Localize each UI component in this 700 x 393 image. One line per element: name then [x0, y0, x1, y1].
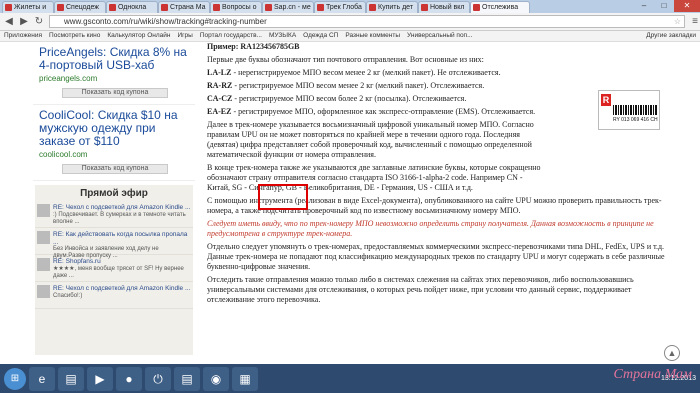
tab[interactable]: Страна Ма: [158, 1, 210, 13]
paragraph: Далее в трек-номере указывается восьмизн…: [207, 120, 534, 159]
live-feed-title: Прямой эфир: [80, 188, 148, 199]
power-icon[interactable]: ⏻: [145, 366, 171, 391]
tab[interactable]: Жилеты и: [2, 1, 54, 13]
live-feed: Прямой эфир RE: Чехол с подсветкой для A…: [35, 185, 193, 355]
start-icon[interactable]: ⊞: [4, 367, 26, 390]
watermark: Страна Мам: [613, 367, 693, 382]
ad-title[interactable]: CooliCool: Скидка $10 на мужскую одежду …: [39, 109, 191, 148]
avatar: [37, 204, 50, 217]
folder-icon[interactable]: ▤: [58, 366, 84, 391]
folder-icon[interactable]: ▤: [174, 366, 200, 391]
tab[interactable]: Трек Глоба: [314, 1, 366, 13]
tab[interactable]: Вопросы о: [210, 1, 262, 13]
scroll-up-icon[interactable]: ▲: [664, 345, 680, 361]
list-item[interactable]: RE: Чехол с подсветкой для Amazon Kindle…: [35, 201, 193, 228]
avatar: [37, 231, 50, 244]
bookmark[interactable]: Посмотреть кино: [49, 31, 100, 41]
warning-paragraph: Следует иметь ввиду, что по трек-номеру …: [207, 219, 654, 238]
registered-letter-icon: R: [601, 94, 611, 106]
paragraph: Отдельно следует упомянуть о трек-номера…: [207, 242, 665, 271]
favicon-icon: [317, 4, 324, 11]
back-icon[interactable]: ◀: [4, 16, 14, 27]
bookmarks-bar: Приложения Посмотреть кино Калькулятор О…: [0, 31, 700, 42]
tracking-number-label: RY 013 069 416 CH: [613, 117, 658, 123]
bookmark[interactable]: Приложения: [4, 31, 42, 41]
bookmark[interactable]: Одежда СП: [303, 31, 338, 41]
minimize-icon[interactable]: –: [634, 0, 654, 12]
ad-url[interactable]: priceangels.com: [39, 74, 191, 83]
favicon-icon: [369, 4, 376, 11]
reload-icon[interactable]: ↻: [34, 16, 44, 27]
example-number: Пример: RA123456785GB: [207, 42, 300, 51]
highlight-box: [258, 184, 308, 210]
tab-strip: Жилеты и Спецодеж Однокла Страна Ма Вопр…: [0, 0, 700, 13]
tracking-label-image: R RY 013 069 416 CH: [598, 90, 660, 130]
ie-icon[interactable]: e: [29, 366, 55, 391]
codes-intro: Первые две буквы обозначают тип почтовог…: [207, 55, 484, 64]
ad-block: CooliCool: Скидка $10 на мужскую одежду …: [33, 105, 195, 181]
favicon-icon: [213, 4, 220, 11]
favicon-icon: [473, 4, 480, 11]
right-margin: [671, 42, 700, 364]
favicon-icon: [109, 4, 116, 11]
maximize-icon[interactable]: □: [654, 0, 674, 12]
ad-title[interactable]: PriceAngels: Скидка 8% на 4-портовый USB…: [39, 46, 191, 72]
close-icon[interactable]: ✕: [674, 0, 700, 12]
bookmark[interactable]: Калькулятор Онлайн: [107, 31, 170, 41]
favicon-icon: [5, 4, 12, 11]
avatar: [37, 285, 50, 298]
star-icon[interactable]: ☆: [674, 16, 681, 27]
media-icon[interactable]: ▶: [87, 366, 113, 391]
coupon-button[interactable]: Показать код купона: [62, 164, 168, 174]
coupon-button[interactable]: Показать код купона: [62, 88, 168, 98]
list-item[interactable]: RE: Как действовать когда посылка пропал…: [35, 228, 193, 259]
favicon-icon: [57, 4, 64, 11]
tab[interactable]: Купить дет: [366, 1, 418, 13]
file-icon[interactable]: ▦: [232, 366, 258, 391]
sidebar: PriceAngels: Скидка 8% на 4-портовый USB…: [33, 42, 195, 364]
ad-block: PriceAngels: Скидка 8% на 4-портовый USB…: [33, 42, 195, 105]
tab[interactable]: Спецодеж: [54, 1, 106, 13]
bookmark[interactable]: Портал государств...: [200, 31, 262, 41]
barcode-icon: [613, 105, 657, 115]
window-controls: – □ ✕: [634, 0, 700, 12]
bookmark[interactable]: Другие закладки: [646, 31, 700, 41]
menu-icon[interactable]: ≡: [690, 16, 700, 27]
bookmark[interactable]: Универсальный поп...: [407, 31, 472, 41]
bookmark[interactable]: Разные комменты: [345, 31, 400, 41]
code-line: LA-LZ - нерегистрируемое МПО весом менее…: [207, 68, 501, 77]
address-bar: ◀ ▶ ↻ www.gsconto.com/ru/wiki/show/track…: [0, 13, 700, 31]
tab[interactable]: Sap.cn - ме: [262, 1, 314, 13]
taskbar: ⊞ e ▤ ▶ ● ⏻ ▤ ◉ ▦ 13.12.2013: [0, 364, 700, 393]
avatar: [37, 258, 50, 271]
tab[interactable]: Новый вкл: [418, 1, 470, 13]
tab-active[interactable]: Отслежива: [470, 1, 530, 13]
url-input[interactable]: www.gsconto.com/ru/wiki/show/tracking#tr…: [49, 15, 685, 28]
tab[interactable]: Однокла: [106, 1, 158, 13]
forward-icon[interactable]: ▶: [19, 16, 29, 27]
list-item[interactable]: RE: Чехол с подсветкой для Amazon Kindle…: [35, 282, 193, 309]
favicon-icon: [161, 4, 168, 11]
ad-url[interactable]: coolicool.com: [39, 150, 191, 159]
list-item[interactable]: RE: Shopfans.ru ★★★★, меня вообще трясет …: [35, 255, 193, 282]
chrome-icon[interactable]: ◉: [203, 366, 229, 391]
app-icon[interactable]: ●: [116, 366, 142, 391]
bookmark[interactable]: Игры: [178, 31, 193, 41]
favicon-icon: [421, 4, 428, 11]
favicon-icon: [265, 4, 272, 11]
paragraph: Отследить такие отправления можно только…: [207, 275, 634, 304]
bookmark[interactable]: МУЗЫКА: [269, 31, 296, 41]
